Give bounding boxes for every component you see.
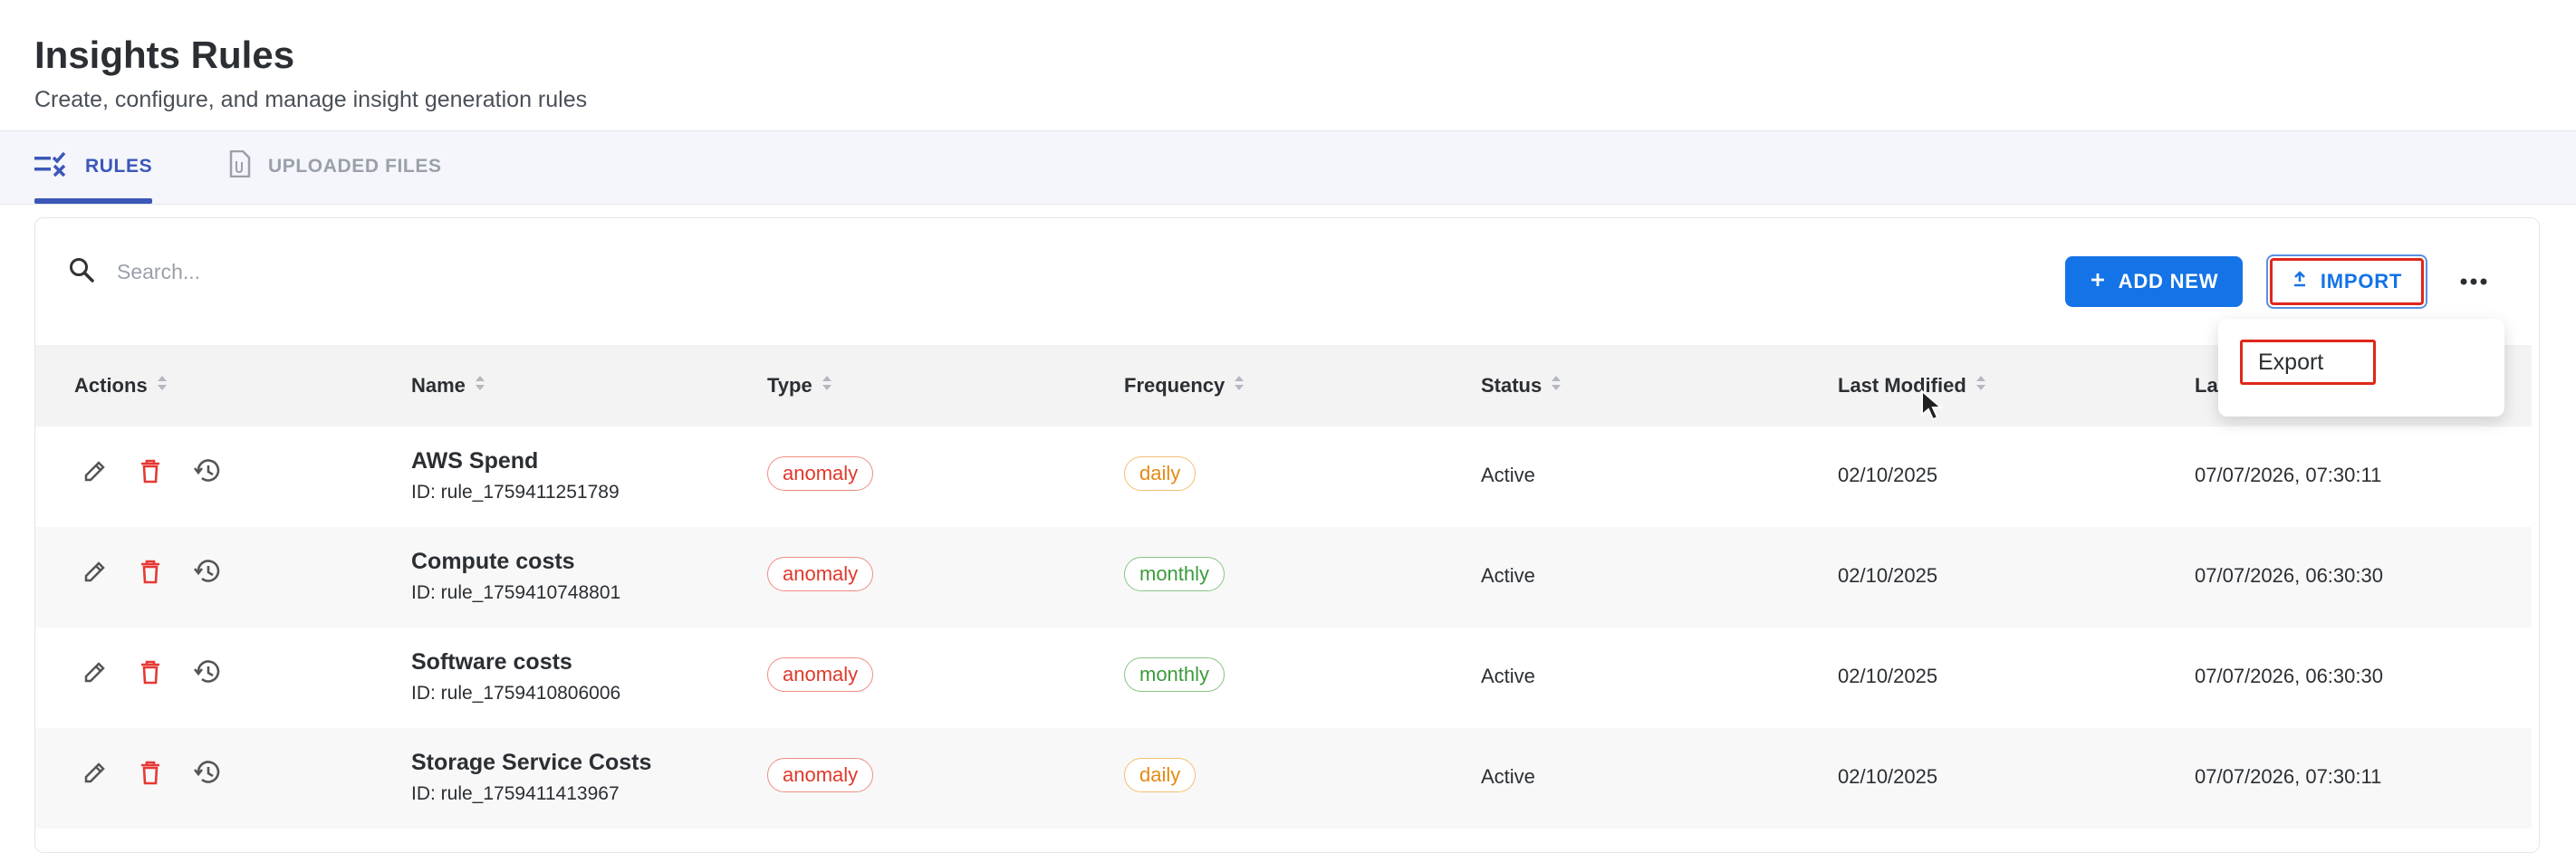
edit-icon[interactable]: [82, 760, 108, 785]
delete-icon[interactable]: [139, 659, 162, 685]
sort-icon: [475, 374, 485, 398]
column-header-status[interactable]: Status: [1481, 345, 1562, 426]
rule-id: ID: rule_1759411413967: [411, 783, 620, 804]
export-menu-item[interactable]: Export: [2240, 340, 2376, 385]
column-header-frequency[interactable]: Frequency: [1124, 345, 1245, 426]
rule-name-cell: AWS Spend ID: rule_1759411251789: [411, 448, 620, 503]
rule-id: ID: rule_1759410748801: [411, 582, 621, 603]
row-actions: [82, 558, 222, 585]
frequency-chip: monthly: [1124, 557, 1226, 591]
status-text: Active: [1481, 464, 1535, 486]
type-chip: anomaly: [767, 758, 874, 792]
table-row: Storage Service Costs ID: rule_175941141…: [35, 728, 2532, 829]
rule-name: Storage Service Costs: [411, 750, 652, 775]
last-run-text: 07/07/2026, 06:30:30: [2195, 665, 2383, 687]
type-chip: anomaly: [767, 657, 874, 692]
row-actions: [82, 658, 222, 685]
tab-rules-label: RULES: [85, 156, 153, 177]
rule-name-cell: Software costs ID: rule_1759410806006: [411, 649, 620, 704]
sort-icon: [1551, 374, 1562, 398]
row-actions: [82, 759, 222, 786]
upload-icon: [2292, 270, 2308, 293]
import-label: IMPORT: [2320, 270, 2403, 292]
rules-card: ADD NEW IMPORT Actions Name Type: [34, 217, 2540, 853]
edit-icon[interactable]: [82, 559, 108, 584]
history-icon[interactable]: [193, 658, 222, 685]
more-options-button[interactable]: [2454, 265, 2494, 298]
delete-icon[interactable]: [139, 760, 162, 785]
edit-icon[interactable]: [82, 659, 108, 685]
column-header-name[interactable]: Name: [411, 345, 485, 426]
last-modified-text: 02/10/2025: [1838, 765, 1938, 788]
edit-icon[interactable]: [82, 458, 108, 484]
row-actions: [82, 457, 222, 484]
tab-uploaded-files[interactable]: UPLOADED FILES: [228, 131, 442, 202]
column-header-last-run[interactable]: La: [2195, 345, 2218, 426]
column-header-last-modified[interactable]: Last Modified: [1838, 345, 1986, 426]
sort-icon: [1975, 374, 1986, 398]
rule-id: ID: rule_1759410806006: [411, 683, 621, 704]
rule-name-cell: Compute costs ID: rule_1759410748801: [411, 549, 620, 604]
table-row: AWS Spend ID: rule_1759411251789 anomaly…: [35, 426, 2532, 527]
table-header: Actions Name Type Frequency Status Last …: [35, 345, 2532, 426]
frequency-chip: monthly: [1124, 657, 1226, 692]
delete-icon[interactable]: [139, 458, 162, 484]
add-new-label: ADD NEW: [2118, 270, 2219, 292]
rule-name: Software costs: [411, 649, 572, 675]
file-icon: [228, 149, 252, 183]
table-row: Compute costs ID: rule_1759410748801 ano…: [35, 527, 2532, 628]
last-run-text: 07/07/2026, 07:30:11: [2195, 765, 2382, 788]
add-new-button[interactable]: ADD NEW: [2065, 256, 2243, 307]
rules-checklist-icon: [34, 151, 69, 182]
search-input[interactable]: [115, 259, 843, 285]
page-title: Insights Rules: [34, 34, 295, 76]
sort-icon: [1234, 374, 1245, 398]
history-icon[interactable]: [193, 759, 222, 786]
page-header: Insights Rules Create, configure, and ma…: [34, 33, 587, 113]
rule-name: AWS Spend: [411, 448, 539, 474]
sort-icon: [822, 374, 832, 398]
rule-name: Compute costs: [411, 549, 575, 574]
last-modified-text: 02/10/2025: [1838, 665, 1938, 687]
more-options-menu: Export: [2218, 319, 2504, 417]
type-chip: anomaly: [767, 557, 874, 591]
last-modified-text: 02/10/2025: [1838, 564, 1938, 587]
rule-id: ID: rule_1759411251789: [411, 482, 620, 503]
search-bar: [68, 256, 843, 288]
type-chip: anomaly: [767, 456, 874, 491]
status-text: Active: [1481, 665, 1535, 687]
last-run-text: 07/07/2026, 07:30:11: [2195, 464, 2382, 486]
tab-uploaded-files-label: UPLOADED FILES: [268, 156, 442, 177]
history-icon[interactable]: [193, 457, 222, 484]
search-icon: [68, 256, 95, 288]
import-button[interactable]: IMPORT: [2266, 254, 2427, 309]
page-subtitle: Create, configure, and manage insight ge…: [34, 87, 588, 113]
status-text: Active: [1481, 765, 1535, 788]
last-run-text: 07/07/2026, 06:30:30: [2195, 564, 2383, 587]
table-row: Software costs ID: rule_1759410806006 an…: [35, 628, 2532, 728]
delete-icon[interactable]: [139, 559, 162, 584]
sort-icon: [157, 374, 168, 398]
tab-bar: RULES UPLOADED FILES: [0, 130, 2576, 205]
rule-name-cell: Storage Service Costs ID: rule_175941141…: [411, 750, 651, 805]
last-modified-text: 02/10/2025: [1838, 464, 1938, 486]
status-text: Active: [1481, 564, 1535, 587]
history-icon[interactable]: [193, 558, 222, 585]
frequency-chip: daily: [1124, 758, 1197, 792]
mouse-cursor-icon: [1920, 388, 1944, 426]
more-horizontal-icon: [2460, 273, 2487, 290]
column-header-actions[interactable]: Actions: [74, 345, 168, 426]
plus-icon: [2090, 270, 2106, 293]
column-header-type[interactable]: Type: [767, 345, 832, 426]
tab-rules[interactable]: RULES: [34, 131, 153, 204]
frequency-chip: daily: [1124, 456, 1197, 491]
